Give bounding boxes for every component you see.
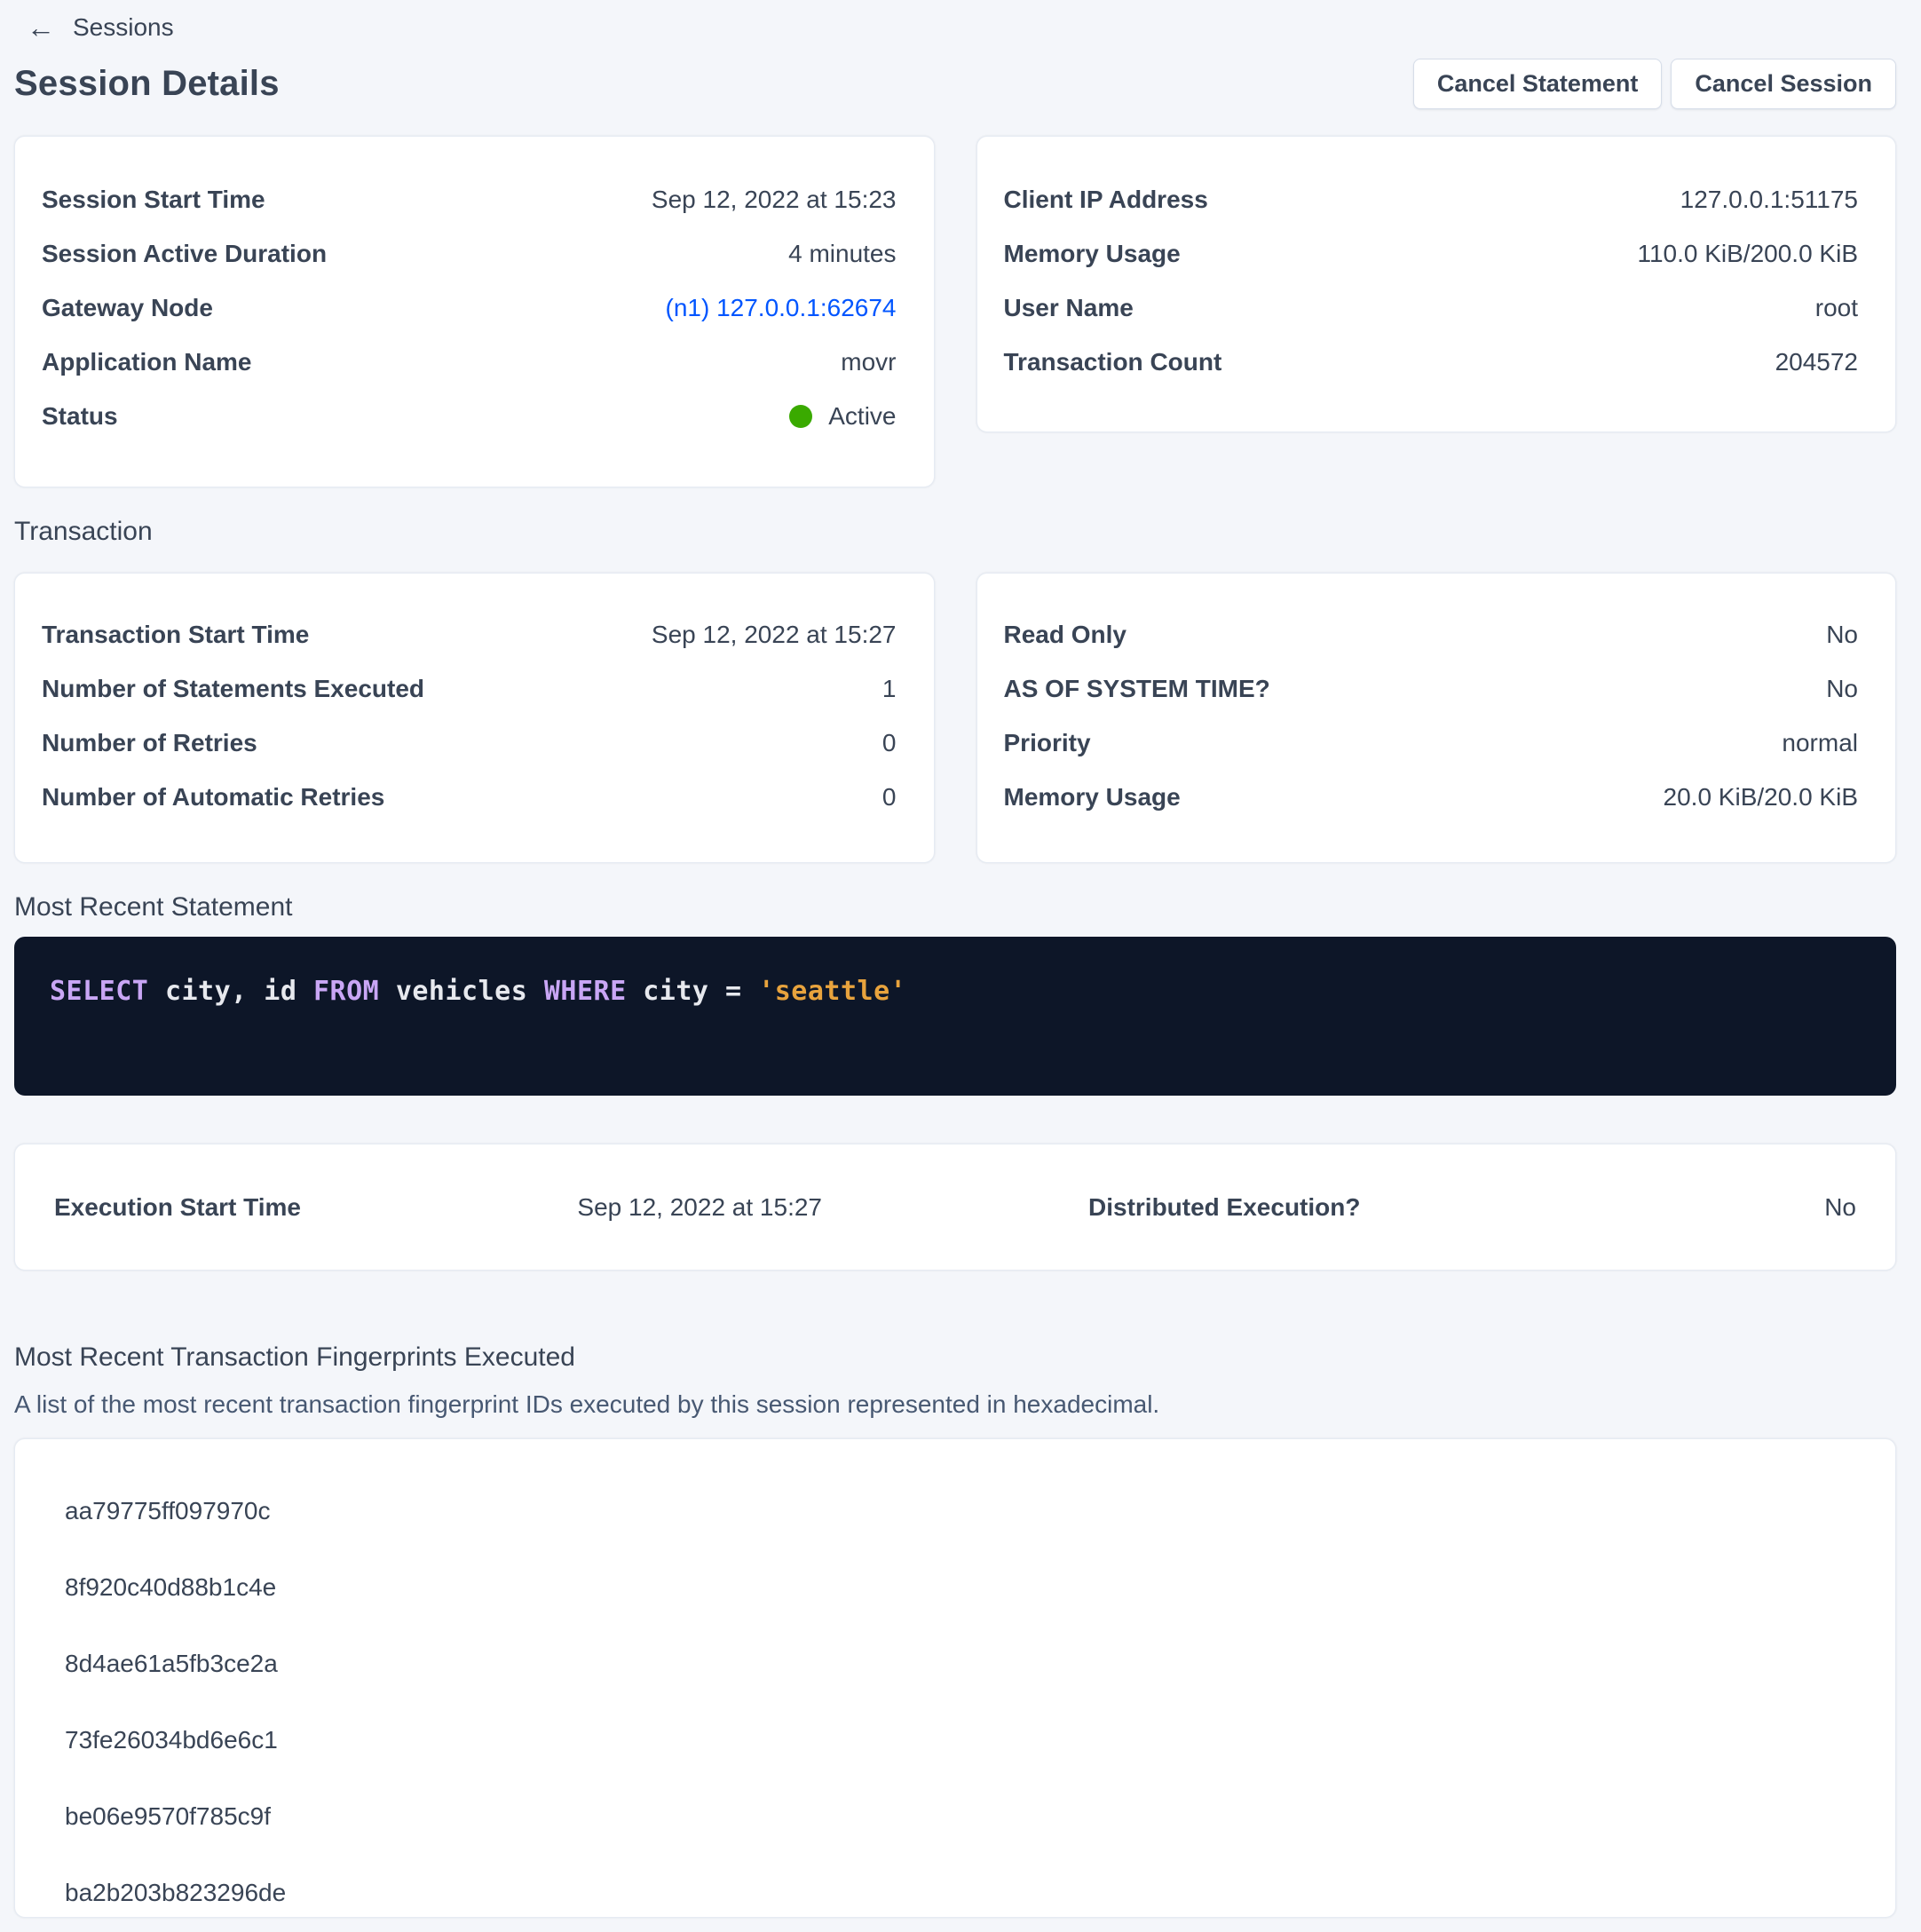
sql-text: vehicles [396,976,544,1007]
cancel-statement-button[interactable]: Cancel Statement [1413,59,1663,109]
row-txn-memory-usage: Memory Usage 20.0 KiB/20.0 KiB [1004,770,1859,824]
row-value: 1 [882,675,897,703]
back-link-label: Sessions [73,13,174,42]
session-details-page: ← Sessions Session Details Cancel Statem… [0,0,1921,1918]
row-label: Memory Usage [1004,240,1181,268]
row-value: 4 minutes [788,240,896,268]
fingerprint-item: ba2b203b823296de [65,1855,1895,1931]
row-value: 204572 [1775,348,1858,376]
sql-keyword: FROM [313,976,396,1007]
row-memory-usage: Memory Usage 110.0 KiB/200.0 KiB [1004,226,1859,281]
fingerprint-item: 8d4ae61a5fb3ce2a [65,1626,1895,1702]
fingerprint-item: aa79775ff097970c [65,1473,1895,1549]
page-title: Session Details [14,64,280,104]
row-session-active-duration: Session Active Duration 4 minutes [42,226,897,281]
row-label: Execution Start Time [54,1193,301,1222]
row-client-ip: Client IP Address 127.0.0.1:51175 [1004,172,1859,226]
row-label: Session Active Duration [42,240,327,268]
row-session-start-time: Session Start Time Sep 12, 2022 at 15:23 [42,172,897,226]
row-statements-executed: Number of Statements Executed 1 [42,661,897,716]
fingerprint-item: 73fe26034bd6e6c1 [65,1702,1895,1778]
row-gateway-node: Gateway Node (n1) 127.0.0.1:62674 [42,281,897,335]
row-label: Memory Usage [1004,783,1181,812]
row-label: Number of Statements Executed [42,675,424,703]
row-read-only: Read Only No [1004,607,1859,661]
sql-string-literal: 'seattle' [758,976,906,1007]
row-user-name: User Name root [1004,281,1859,335]
row-value: No [1824,1193,1856,1222]
status-badge: Active [789,402,896,431]
row-automatic-retries: Number of Automatic Retries 0 [42,770,897,824]
back-to-sessions-link[interactable]: ← Sessions [27,9,174,46]
execution-start-time-cell: Execution Start Time Sep 12, 2022 at 15:… [54,1193,822,1222]
fingerprints-card: aa79775ff097970c 8f920c40d88b1c4e 8d4ae6… [14,1438,1896,1918]
row-transaction-start-time: Transaction Start Time Sep 12, 2022 at 1… [42,607,897,661]
row-value: 110.0 KiB/200.0 KiB [1637,240,1858,268]
row-value: root [1815,294,1858,322]
distributed-execution-cell: Distributed Execution? No [1088,1193,1856,1222]
fingerprint-item: 8f920c40d88b1c4e [65,1549,1895,1626]
row-value: 20.0 KiB/20.0 KiB [1664,783,1858,812]
transaction-left-card: Transaction Start Time Sep 12, 2022 at 1… [14,573,935,863]
row-as-of-system-time: AS OF SYSTEM TIME? No [1004,661,1859,716]
row-label: Transaction Count [1004,348,1222,376]
row-label: Number of Retries [42,729,257,757]
row-label: Client IP Address [1004,186,1208,214]
transaction-right-card: Read Only No AS OF SYSTEM TIME? No Prior… [976,573,1897,863]
row-label: Number of Automatic Retries [42,783,384,812]
row-label: Application Name [42,348,251,376]
status-active-dot-icon [789,405,812,428]
session-info-card: Session Start Time Sep 12, 2022 at 15:23… [14,136,935,487]
sql-text: city = [643,976,758,1007]
execution-summary-card: Execution Start Time Sep 12, 2022 at 15:… [14,1144,1896,1271]
row-value: No [1826,621,1858,649]
row-value: Sep 12, 2022 at 15:23 [652,186,897,214]
row-transaction-count: Transaction Count 204572 [1004,335,1859,389]
sql-keyword: WHERE [544,976,643,1007]
fingerprints-section-heading: Most Recent Transaction Fingerprints Exe… [14,1340,1896,1374]
row-priority: Priority normal [1004,716,1859,770]
row-status: Status Active [42,389,897,443]
row-value: normal [1782,729,1858,757]
fingerprint-item: be06e9570f785c9f [65,1778,1895,1855]
row-label: Status [42,402,118,431]
row-value: 0 [882,729,897,757]
row-value: 0 [882,783,897,812]
transaction-section-heading: Transaction [14,514,1896,549]
back-arrow-icon: ← [27,13,55,42]
row-label: User Name [1004,294,1134,322]
cancel-session-button[interactable]: Cancel Session [1671,59,1896,109]
sql-text: city, id [165,976,313,1007]
row-application-name: Application Name movr [42,335,897,389]
sql-statement-box: SELECT city, id FROM vehicles WHERE city… [14,937,1896,1096]
gateway-node-link[interactable]: (n1) 127.0.0.1:62674 [666,294,897,322]
row-label: AS OF SYSTEM TIME? [1004,675,1270,703]
row-label: Transaction Start Time [42,621,309,649]
row-value: 127.0.0.1:51175 [1680,186,1858,214]
title-row: Session Details Cancel Statement Cancel … [14,59,1896,109]
row-label: Session Start Time [42,186,265,214]
transaction-cards-row: Transaction Start Time Sep 12, 2022 at 1… [14,573,1896,863]
fingerprints-section-subtitle: A list of the most recent transaction fi… [14,1390,1896,1419]
action-buttons: Cancel Statement Cancel Session [1413,59,1896,109]
row-value: Sep 12, 2022 at 15:27 [577,1193,822,1222]
session-summary-row: Session Start Time Sep 12, 2022 at 15:23… [14,136,1896,487]
row-value: Sep 12, 2022 at 15:27 [652,621,897,649]
row-label: Read Only [1004,621,1127,649]
row-label: Priority [1004,729,1091,757]
client-info-card: Client IP Address 127.0.0.1:51175 Memory… [976,136,1897,432]
row-number-of-retries: Number of Retries 0 [42,716,897,770]
sql-keyword: SELECT [50,976,165,1007]
row-value: No [1826,675,1858,703]
row-value: movr [841,348,896,376]
row-label: Gateway Node [42,294,213,322]
row-label: Distributed Execution? [1088,1193,1360,1222]
status-value: Active [828,402,896,431]
statement-section-heading: Most Recent Statement [14,890,1896,924]
